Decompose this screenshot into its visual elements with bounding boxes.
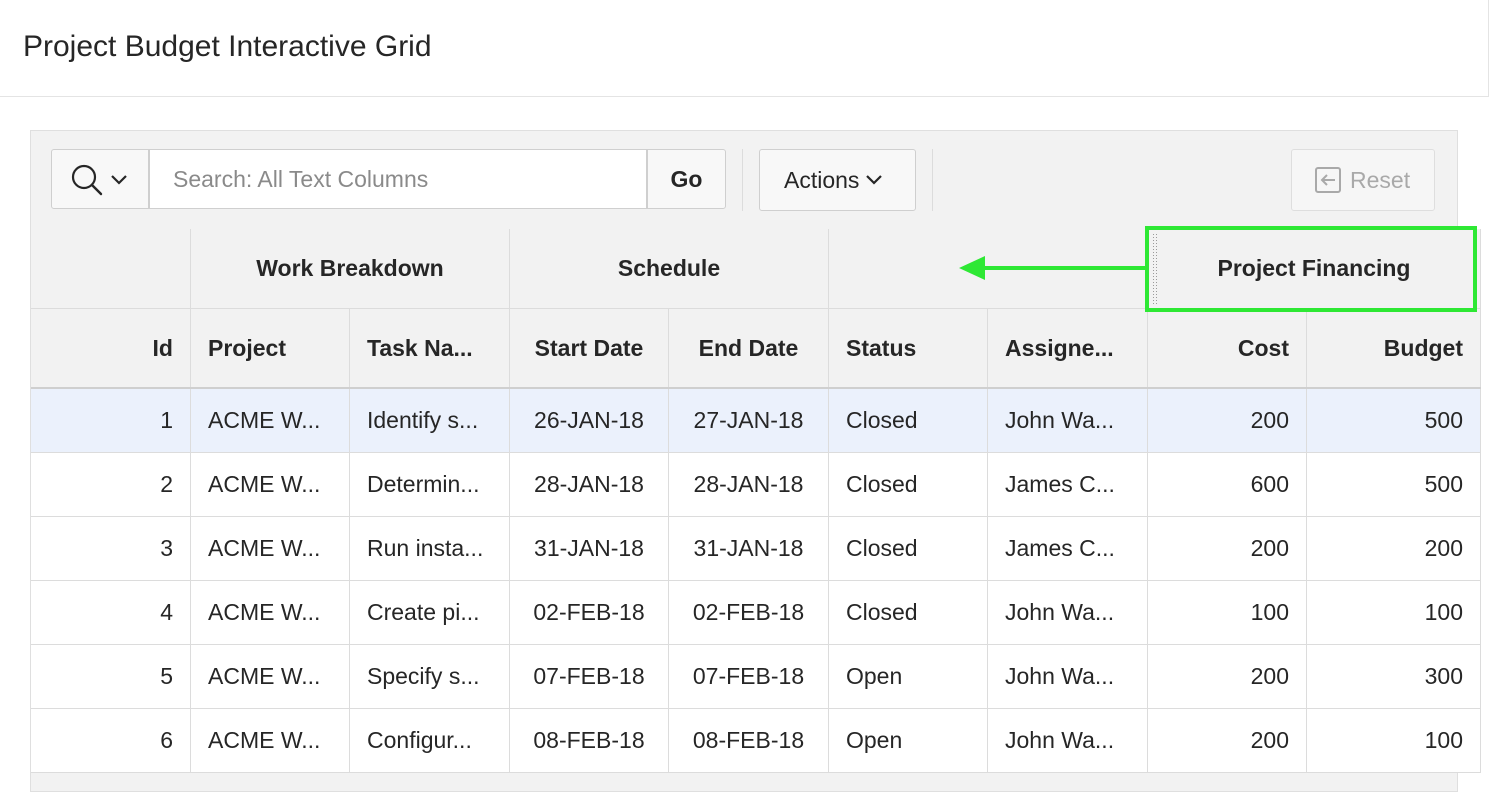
table-cell[interactable]: ACME W... — [191, 581, 350, 645]
arrow-annotation — [959, 256, 1148, 280]
table-cell[interactable]: 500 — [1307, 389, 1481, 453]
column-group-drag-handle[interactable] — [1152, 234, 1158, 304]
table-cell[interactable]: 4 — [31, 581, 191, 645]
table-cell[interactable]: 07-FEB-18 — [510, 645, 669, 709]
table-cell[interactable]: 6 — [31, 709, 191, 773]
table-cell[interactable]: ACME W... — [191, 517, 350, 581]
column-group-header[interactable]: Work Breakdown — [191, 229, 510, 309]
table-cell[interactable]: 200 — [1307, 517, 1481, 581]
column-header[interactable]: End Date — [669, 309, 829, 389]
table-cell[interactable]: ACME W... — [191, 453, 350, 517]
table-cell[interactable]: Open — [829, 709, 988, 773]
reset-icon — [1315, 167, 1341, 193]
table-cell[interactable]: John Wa... — [988, 709, 1148, 773]
table-cell[interactable]: 31-JAN-18 — [510, 517, 669, 581]
table-cell[interactable]: 3 — [31, 517, 191, 581]
table-cell[interactable]: Specify s... — [350, 645, 510, 709]
table-cell[interactable]: 2 — [31, 453, 191, 517]
table-cell[interactable]: Closed — [829, 389, 988, 453]
go-button[interactable]: Go — [647, 149, 726, 209]
search-icon — [71, 164, 103, 196]
reset-label: Reset — [1350, 166, 1411, 193]
table-cell[interactable]: John Wa... — [988, 645, 1148, 709]
column-group-header[interactable] — [31, 229, 191, 309]
table-cell[interactable]: 5 — [31, 645, 191, 709]
column-header[interactable]: Budget — [1307, 309, 1481, 389]
table-cell[interactable]: 200 — [1148, 709, 1307, 773]
table-cell[interactable]: Run insta... — [350, 517, 510, 581]
table-cell[interactable]: 100 — [1307, 709, 1481, 773]
toolbar-divider — [742, 149, 743, 211]
reset-button[interactable]: Reset — [1291, 149, 1435, 211]
chevron-down-icon — [111, 175, 127, 185]
table-cell[interactable]: Create pi... — [350, 581, 510, 645]
table-cell[interactable]: Closed — [829, 581, 988, 645]
chevron-down-icon — [866, 175, 883, 185]
table-cell[interactable]: ACME W... — [191, 645, 350, 709]
column-header[interactable]: Task Na... — [350, 309, 510, 389]
table-cell[interactable]: 500 — [1307, 453, 1481, 517]
interactive-grid: Go Actions Reset Work BreakdownSchedule P… — [30, 130, 1481, 792]
search-input[interactable] — [149, 149, 647, 209]
table-cell[interactable]: 26-JAN-18 — [510, 389, 669, 453]
column-header[interactable]: Cost — [1148, 309, 1307, 389]
table-cell[interactable]: 07-FEB-18 — [669, 645, 829, 709]
column-header[interactable]: Assigne... — [988, 309, 1148, 389]
actions-menu-button[interactable]: Actions — [759, 149, 916, 211]
table-cell[interactable]: 200 — [1148, 389, 1307, 453]
actions-label: Actions — [784, 166, 860, 193]
table-cell[interactable]: 02-FEB-18 — [669, 581, 829, 645]
column-header[interactable]: Status — [829, 309, 988, 389]
table-cell[interactable]: 28-JAN-18 — [510, 453, 669, 517]
table-cell[interactable]: Open — [829, 645, 988, 709]
table-cell[interactable]: John Wa... — [988, 581, 1148, 645]
column-header[interactable]: Id — [31, 309, 191, 389]
table-cell[interactable]: 200 — [1148, 517, 1307, 581]
table-cell[interactable]: 100 — [1148, 581, 1307, 645]
toolbar-divider — [932, 149, 933, 211]
table-cell[interactable]: 100 — [1307, 581, 1481, 645]
table-cell[interactable]: 1 — [31, 389, 191, 453]
search-column-selector-button[interactable] — [51, 149, 149, 209]
table-cell[interactable]: Closed — [829, 453, 988, 517]
table-cell[interactable]: 08-FEB-18 — [510, 709, 669, 773]
column-group-header[interactable]: Project Financing — [1148, 229, 1481, 309]
table-cell[interactable]: 28-JAN-18 — [669, 453, 829, 517]
page-title: Project Budget Interactive Grid — [23, 30, 432, 63]
region-header: Project Budget Interactive Grid — [0, 0, 1489, 97]
column-group-header[interactable]: Schedule — [510, 229, 829, 309]
column-header[interactable]: Project — [191, 309, 350, 389]
grid-toolbar: Go Actions Reset — [31, 131, 1457, 229]
table-cell[interactable]: ACME W... — [191, 709, 350, 773]
table-cell[interactable]: 31-JAN-18 — [669, 517, 829, 581]
table-cell[interactable]: 200 — [1148, 645, 1307, 709]
table-cell[interactable]: Configur... — [350, 709, 510, 773]
table-cell[interactable]: James C... — [988, 453, 1148, 517]
column-header[interactable]: Start Date — [510, 309, 669, 389]
table-cell[interactable]: Determin... — [350, 453, 510, 517]
table-cell[interactable]: Identify s... — [350, 389, 510, 453]
table-cell[interactable]: 27-JAN-18 — [669, 389, 829, 453]
table-cell[interactable]: 08-FEB-18 — [669, 709, 829, 773]
table-cell[interactable]: 02-FEB-18 — [510, 581, 669, 645]
table-cell[interactable]: Closed — [829, 517, 988, 581]
table-cell[interactable]: James C... — [988, 517, 1148, 581]
table-cell[interactable]: ACME W... — [191, 389, 350, 453]
table-cell[interactable]: 600 — [1148, 453, 1307, 517]
table-cell[interactable]: 300 — [1307, 645, 1481, 709]
table-cell[interactable]: John Wa... — [988, 389, 1148, 453]
